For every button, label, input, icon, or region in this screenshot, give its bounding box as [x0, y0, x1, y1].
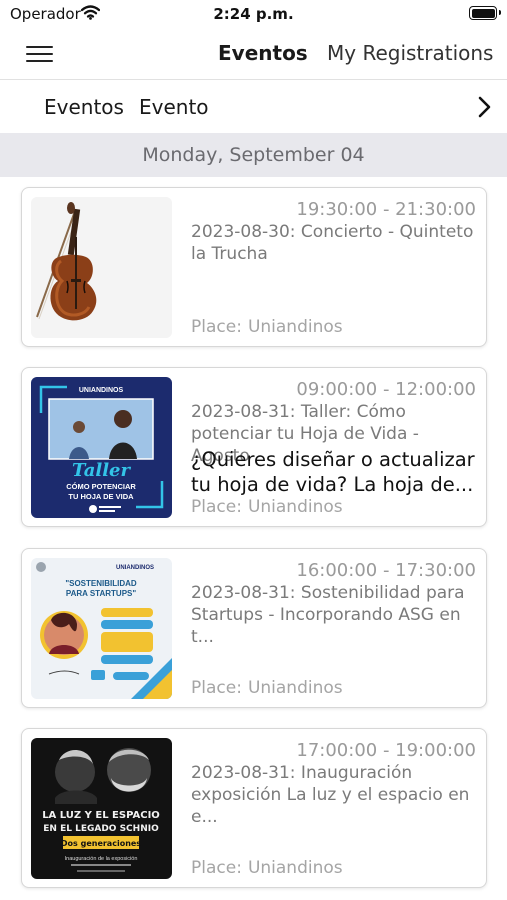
place-value: Uniandinos	[247, 317, 343, 337]
place-label: Place:	[191, 678, 242, 698]
event-place: Place: Uniandinos	[191, 678, 343, 698]
breadcrumb-evento[interactable]: Evento	[139, 95, 209, 119]
thumb-brand: UNIANDINOS	[116, 565, 154, 571]
event-title-line: exposición La luz y el espacio en e...	[191, 785, 470, 827]
event-thumbnail-taller: UNIANDINOS Taller CÓMO POTENCIAR TU HOJA…	[31, 377, 172, 518]
place-value: Uniandinos	[247, 497, 343, 517]
thumb-brand: UNIANDINOS	[79, 387, 124, 394]
event-thumbnail-violin	[31, 197, 172, 338]
event-title-line: 2023-08-31: Sostenibilidad para	[191, 583, 465, 603]
event-title: 2023-08-30: Concierto - Quinteto la Truc…	[191, 221, 479, 265]
place-value: Uniandinos	[247, 858, 343, 878]
date-section-header: Monday, September 04	[0, 133, 507, 177]
tab-my-registrations[interactable]: My Registrations	[327, 41, 493, 65]
event-title-line: 2023-08-31: Inauguración	[191, 763, 413, 783]
thumb-headline: Taller	[72, 460, 131, 481]
event-time: 09:00:00 - 12:00:00	[296, 379, 476, 400]
event-time: 19:30:00 - 21:30:00	[296, 199, 476, 220]
event-title-line: Startups - Incorporando ASG en t...	[191, 605, 461, 647]
status-bar: Operador 2:24 p.m.	[0, 0, 507, 30]
event-thumbnail-sostenibilidad: UNIANDINOS "SOSTENIBILIDAD PARA STARTUPS…	[31, 558, 172, 699]
top-nav: Eventos My Registrations	[0, 30, 507, 80]
thumb-title-line2: PARA STARTUPS"	[66, 589, 137, 598]
thumb-line1: LA LUZ Y EL ESPACIO	[42, 810, 160, 821]
tab-eventos[interactable]: Eventos	[218, 41, 308, 65]
event-thumbnail-exposicion: LA LUZ Y EL ESPACIO EN EL LEGADO SCHNIO …	[31, 738, 172, 879]
thumb-line2: TU HOJA DE VIDA	[68, 492, 134, 501]
battery-icon	[469, 6, 501, 20]
event-place: Place: Uniandinos	[191, 858, 343, 878]
place-label: Place:	[191, 858, 242, 878]
event-time: 16:00:00 - 17:30:00	[296, 560, 476, 581]
place-value: Uniandinos	[247, 678, 343, 698]
breadcrumb: Eventos Evento	[0, 81, 507, 133]
event-title: 2023-08-31: Sostenibilidad para Startups…	[191, 582, 479, 648]
event-description-line: ¿Quieres diseñar o actualizar	[191, 448, 475, 471]
thumb-title-line1: "SOSTENIBILIDAD	[65, 579, 137, 588]
breadcrumb-eventos[interactable]: Eventos	[44, 95, 124, 119]
place-label: Place:	[191, 497, 242, 517]
event-card[interactable]: UNIANDINOS "SOSTENIBILIDAD PARA STARTUPS…	[21, 548, 487, 708]
status-time: 2:24 p.m.	[213, 5, 294, 23]
chevron-right-icon[interactable]	[478, 96, 491, 122]
event-description-line: tu hoja de vida? La hoja de...	[191, 473, 474, 496]
event-card[interactable]: 19:30:00 - 21:30:00 2023-08-30: Conciert…	[21, 187, 487, 347]
thumb-line1: CÓMO POTENCIAR	[66, 482, 136, 491]
event-title-line: 2023-08-30: Concierto - Quinteto	[191, 222, 474, 242]
event-card[interactable]: LA LUZ Y EL ESPACIO EN EL LEGADO SCHNIO …	[21, 728, 487, 888]
event-place: Place: Uniandinos	[191, 497, 343, 517]
event-place: Place: Uniandinos	[191, 317, 343, 337]
thumb-caption: Inauguración de la exposición	[65, 856, 138, 862]
event-title-line: la Trucha	[191, 244, 268, 264]
event-description: ¿Quieres diseñar o actualizar tu hoja de…	[191, 447, 479, 497]
menu-icon[interactable]	[26, 44, 54, 64]
place-label: Place:	[191, 317, 242, 337]
thumb-badge: Dos generaciones	[61, 839, 141, 848]
thumb-line2: EN EL LEGADO SCHNIO	[43, 824, 159, 834]
event-title-line: 2023-08-31: Taller: Cómo	[191, 402, 406, 422]
event-time: 17:00:00 - 19:00:00	[296, 740, 476, 761]
event-title: 2023-08-31: Inauguración exposición La l…	[191, 762, 479, 828]
event-card[interactable]: UNIANDINOS Taller CÓMO POTENCIAR TU HOJA…	[21, 367, 487, 527]
